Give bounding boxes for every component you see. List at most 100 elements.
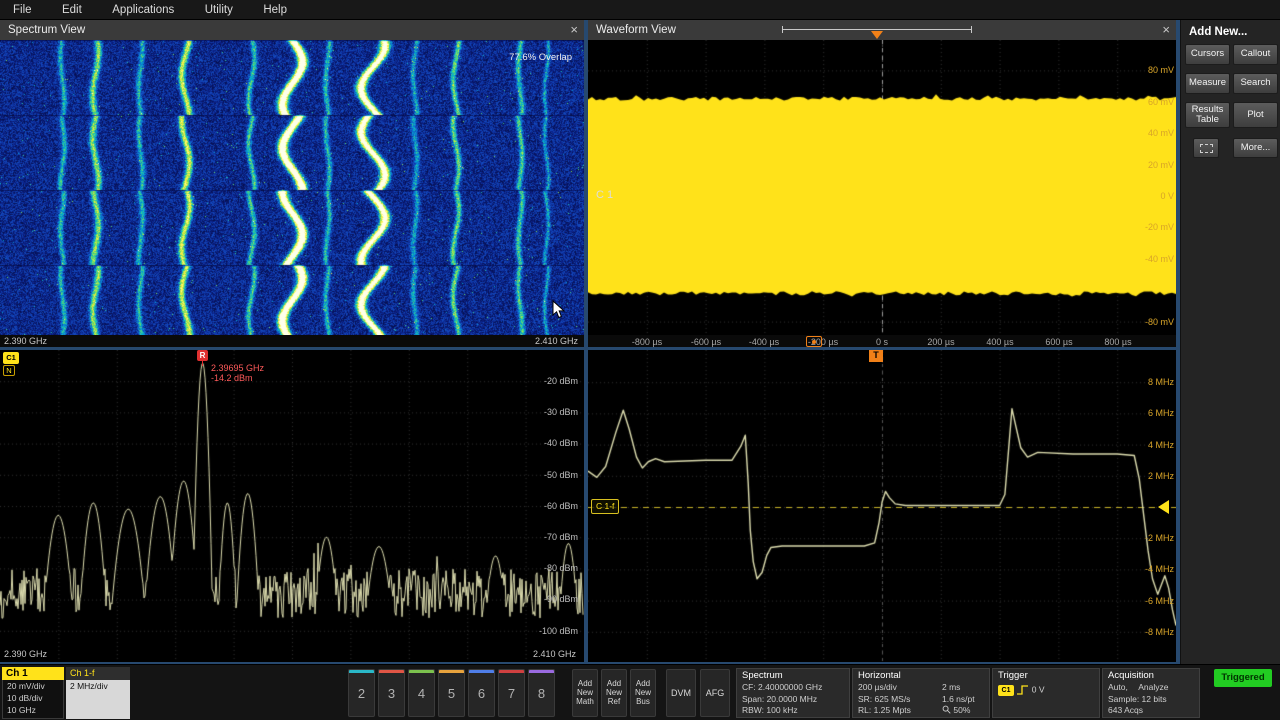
menu-utility[interactable]: Utility bbox=[192, 0, 246, 20]
spectrum-badge-title: Spectrum bbox=[737, 669, 849, 682]
menu-help[interactable]: Help bbox=[250, 0, 300, 20]
trigger-marker[interactable]: T bbox=[869, 349, 883, 362]
menu-applications[interactable]: Applications bbox=[99, 0, 187, 20]
y-axis-label-mhz: 6 MHz bbox=[1148, 408, 1174, 418]
measure-button[interactable]: Measure bbox=[1185, 73, 1230, 94]
acquisition-badge-title: Acquisition bbox=[1103, 669, 1199, 682]
x-axis-label-time: -600 µs bbox=[683, 337, 729, 347]
acquisition-analyze[interactable]: Analyze bbox=[1138, 682, 1168, 692]
channel-5-button[interactable]: 5 bbox=[438, 669, 465, 717]
search-button[interactable]: Search bbox=[1233, 73, 1278, 94]
horizontal-sample-rate: SR: 625 MS/s bbox=[853, 694, 935, 706]
add-math-line: Math bbox=[576, 697, 594, 706]
channel-1-badge[interactable]: Ch 1 20 mV/div 10 dB/div 10 GHz bbox=[2, 667, 64, 719]
channel-4-button[interactable]: 4 bbox=[408, 669, 435, 717]
spectrum-view-header[interactable]: Spectrum View × bbox=[0, 20, 584, 40]
add-ref-line: Add bbox=[607, 679, 621, 688]
expansion-point-marker[interactable] bbox=[806, 336, 822, 347]
panel-divider[interactable] bbox=[0, 347, 584, 350]
afg-button[interactable]: AFG bbox=[700, 669, 730, 717]
y-axis-label-mhz: -4 MHz bbox=[1145, 564, 1174, 574]
channel-1-name: Ch 1 bbox=[2, 667, 64, 680]
channel-6-label: 6 bbox=[469, 673, 494, 715]
trigger-position-icon[interactable] bbox=[871, 31, 883, 39]
oscilloscope-screen: File Edit Applications Utility Help Spec… bbox=[0, 0, 1280, 720]
trigger-source-chip: C1 bbox=[998, 685, 1014, 696]
y-axis-label-dbm: -50 dBm bbox=[544, 470, 578, 480]
peak-marker-pin[interactable]: R bbox=[197, 350, 208, 361]
horizontal-badge-title: Horizontal bbox=[853, 669, 989, 682]
y-axis-label-mhz: -8 MHz bbox=[1145, 627, 1174, 637]
channel-label[interactable]: C 1 bbox=[596, 189, 613, 201]
menu-bar: File Edit Applications Utility Help bbox=[0, 0, 1280, 20]
close-icon[interactable]: × bbox=[570, 20, 578, 40]
results-table-button[interactable]: Results Table bbox=[1185, 102, 1230, 128]
menu-file[interactable]: File bbox=[0, 0, 45, 20]
panel-divider[interactable] bbox=[584, 20, 588, 664]
badge-bar: Ch 1 20 mV/div 10 dB/div 10 GHz Ch 1-f 2… bbox=[0, 664, 1280, 720]
more-button[interactable]: More... bbox=[1233, 138, 1278, 158]
trigger-badge-title: Trigger bbox=[993, 669, 1099, 682]
dvm-button[interactable]: DVM bbox=[666, 669, 696, 717]
spectrogram-plot[interactable] bbox=[0, 40, 584, 335]
channel-2-button[interactable]: 2 bbox=[348, 669, 375, 717]
add-new-bus-button[interactable]: Add New Bus bbox=[630, 669, 656, 717]
horizontal-position: 50% bbox=[937, 705, 989, 717]
x-axis-label-time: -400 µs bbox=[741, 337, 787, 347]
acquisition-sample: Sample: 12 bits bbox=[1103, 694, 1199, 706]
y-axis-label-mv: 20 mV bbox=[1148, 160, 1174, 170]
trace-level-arrow[interactable] bbox=[1158, 500, 1169, 514]
add-bus-line: Add bbox=[636, 679, 650, 688]
add-new-ref-button[interactable]: Add New Ref bbox=[601, 669, 627, 717]
plot-button[interactable]: Plot bbox=[1233, 102, 1278, 128]
horizontal-settings-badge[interactable]: Horizontal 200 µs/div SR: 625 MS/s RL: 1… bbox=[852, 668, 990, 718]
panel-divider[interactable] bbox=[588, 347, 1176, 350]
x-axis-label-right: 2.410 GHz bbox=[535, 336, 578, 346]
channel-7-button[interactable]: 7 bbox=[498, 669, 525, 717]
channel-6-button[interactable]: 6 bbox=[468, 669, 495, 717]
channel-8-button[interactable]: 8 bbox=[528, 669, 555, 717]
zoom-overview-icon bbox=[1200, 144, 1213, 153]
horizontal-record-length: RL: 1.25 Mpts bbox=[853, 705, 935, 717]
math-channel-badge[interactable]: C 1-f bbox=[591, 499, 619, 514]
spectrogram-axis: 2.390 GHz 2.410 GHz bbox=[0, 335, 584, 347]
spectrum-trace-mode-badge[interactable]: N bbox=[3, 365, 15, 376]
add-math-line: Add bbox=[578, 679, 592, 688]
channel-1f-badge[interactable]: Ch 1-f 2 MHz/div bbox=[66, 667, 130, 719]
y-axis-label-mv: 60 mV bbox=[1148, 97, 1174, 107]
sidebar-title: Add New... bbox=[1189, 26, 1247, 38]
spectrum-trace-plot[interactable] bbox=[0, 350, 584, 662]
add-math-line: New bbox=[577, 688, 593, 697]
channel-5-label: 5 bbox=[439, 673, 464, 715]
x-axis-label-time: 400 µs bbox=[977, 337, 1023, 347]
channel-3-button[interactable]: 3 bbox=[378, 669, 405, 717]
horizontal-position-value: 50% bbox=[953, 705, 970, 715]
y-axis-label-dbm: -80 dBm bbox=[544, 563, 578, 573]
acquisition-settings-badge[interactable]: Acquisition Auto, Analyze Sample: 12 bit… bbox=[1102, 668, 1200, 718]
y-axis-label-mhz: -6 MHz bbox=[1145, 596, 1174, 606]
menu-edit[interactable]: Edit bbox=[49, 0, 95, 20]
acquisition-mode: Auto, bbox=[1108, 682, 1128, 692]
channel-1f-scale: 2 MHz/div bbox=[66, 680, 130, 719]
y-axis-label-dbm: -60 dBm bbox=[544, 501, 578, 511]
x-axis-label-time: 600 µs bbox=[1036, 337, 1082, 347]
trigger-level: 0 V bbox=[1032, 684, 1045, 694]
add-new-math-button[interactable]: Add New Math bbox=[572, 669, 598, 717]
frequency-trace-plot[interactable] bbox=[588, 350, 1176, 662]
spectrum-rbw: RBW: 100 kHz bbox=[737, 705, 849, 717]
channel-3-label: 3 bbox=[379, 673, 404, 715]
horizontal-position-bracket[interactable] bbox=[782, 29, 972, 30]
rf-waveform-plot[interactable] bbox=[588, 40, 1176, 335]
spectrum-x-left: 2.390 GHz bbox=[4, 649, 47, 659]
spectrum-channel-badge[interactable]: C1 bbox=[3, 352, 19, 364]
x-axis-label-left: 2.390 GHz bbox=[4, 336, 47, 346]
channel-1-spectrum-scale: 10 dB/div bbox=[3, 692, 63, 704]
zoom-overview-button[interactable] bbox=[1193, 138, 1219, 158]
close-icon[interactable]: × bbox=[1162, 20, 1170, 40]
add-bus-line: Bus bbox=[636, 697, 650, 706]
cursors-button[interactable]: Cursors bbox=[1185, 44, 1230, 65]
spectrum-settings-badge[interactable]: Spectrum CF: 2.40000000 GHz Span: 20.000… bbox=[736, 668, 850, 718]
trigger-settings-badge[interactable]: Trigger C1 0 V bbox=[992, 668, 1100, 718]
callout-button[interactable]: Callout bbox=[1233, 44, 1278, 65]
x-axis-label-time: 200 µs bbox=[918, 337, 964, 347]
